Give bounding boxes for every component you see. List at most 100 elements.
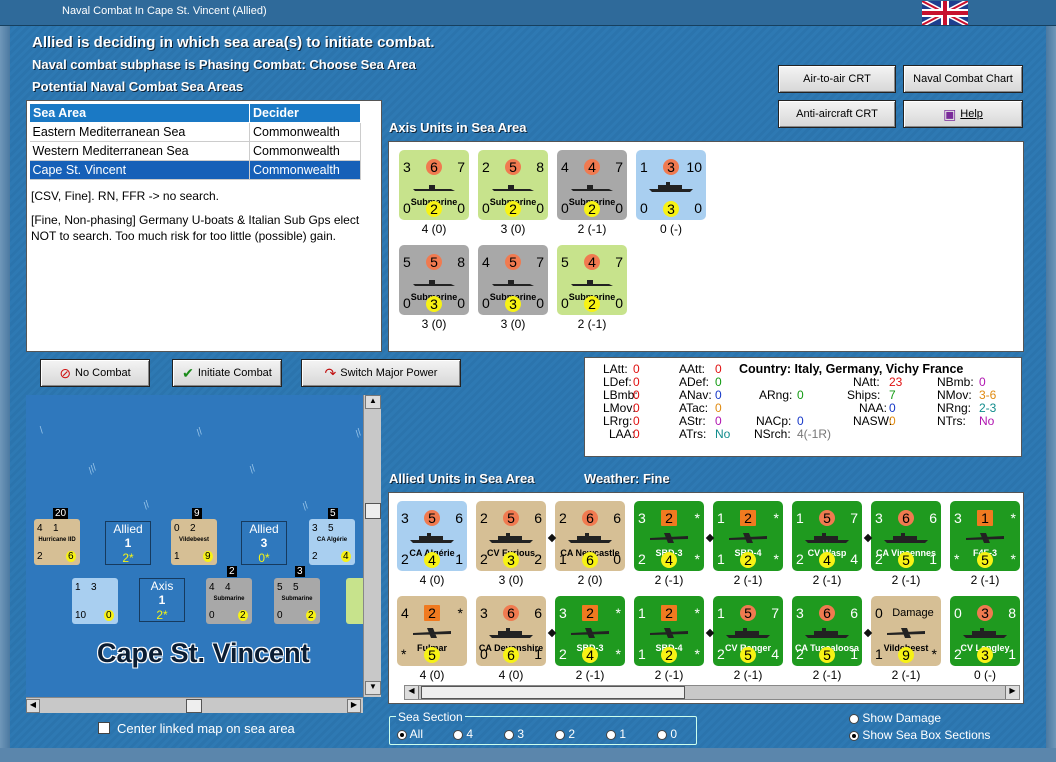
- unit-counter[interactable]: 0 3 8 CV Langley 2 3 1: [950, 596, 1020, 666]
- sea-section-radio[interactable]: [606, 729, 616, 740]
- unit-counter[interactable]: 31*F4F-3*5*: [950, 501, 1020, 571]
- axis-units-panel: 367Submarine020 4 (0) 258Submarine020 3 (0)…: [388, 141, 1024, 352]
- attack-value: 3: [401, 510, 409, 526]
- scroll-up-icon[interactable]: ▲: [365, 395, 381, 409]
- help-button[interactable]: ▣ Help: [903, 100, 1023, 128]
- counter-stat: 1: [53, 523, 59, 534]
- unit-counter[interactable]: 0DamageVildebeest19*: [871, 596, 941, 666]
- cost-value: 0: [457, 295, 465, 311]
- unit-counter[interactable]: 1 5 7 CV Wasp 2 4 4: [792, 501, 862, 571]
- allied-horizontal-scrollbar[interactable]: ◀ ▶: [404, 685, 1020, 700]
- unit-counter[interactable]: 447Submarine020: [557, 150, 627, 220]
- counter-stat: 9: [203, 551, 213, 562]
- unit-counter[interactable]: 3 5 6 CA Algérie 2 4 1: [397, 501, 467, 571]
- attack-value: 1: [717, 510, 725, 526]
- unit-counter[interactable]: 3 6 6 CA Devonshire 0 6 1: [476, 596, 546, 666]
- show-damage-label: Show Damage: [862, 711, 942, 725]
- map-horizontal-scrollbar[interactable]: ◀ ▶: [26, 697, 363, 713]
- sea-section-radio[interactable]: [555, 729, 565, 740]
- range-value: 2: [717, 646, 725, 662]
- air-to-air-crt-button[interactable]: Air-to-air CRT: [778, 65, 896, 93]
- sea-section-option-label: 3: [514, 727, 525, 741]
- sea-area-cell: Cape St. Vincent: [29, 160, 250, 180]
- unit-counter[interactable]: 3 6 6 CA Vincennes 2 5 1: [871, 501, 941, 571]
- aa-value: 5: [424, 647, 440, 663]
- scroll-right-icon[interactable]: ▶: [1005, 686, 1019, 699]
- sea-section-radio[interactable]: [453, 729, 463, 740]
- unit-counter[interactable]: 367Submarine020: [399, 150, 469, 220]
- move-value: 8: [457, 254, 465, 270]
- unit-counter[interactable]: 32*SBD-324*: [555, 596, 625, 666]
- unit-counter[interactable]: 12*SBD-412*: [634, 596, 704, 666]
- unit-counter[interactable]: 1 5 7 CV Ranger 2 5 4: [713, 596, 783, 666]
- map-counter[interactable]: 3 5 2 4 CA Algérie: [309, 519, 355, 565]
- unit-counter[interactable]: 2 5 6 CV Furious 2 3 2: [476, 501, 546, 571]
- map-counter[interactable]: 1 3 10 0: [72, 578, 118, 624]
- unit-counter[interactable]: 547Submarine020: [557, 245, 627, 315]
- initiate-combat-button[interactable]: ✔ Initiate Combat: [172, 359, 282, 387]
- unit-counter[interactable]: 258Submarine020: [478, 150, 548, 220]
- scroll-left-icon[interactable]: ◀: [405, 686, 419, 699]
- switch-major-power-button[interactable]: ↷ Switch Major Power: [301, 359, 461, 387]
- cost-value: 4: [771, 646, 779, 662]
- sea-box[interactable]: Allied 3 0*: [241, 521, 287, 565]
- sea-box[interactable]: Axis 1 2*: [139, 578, 185, 622]
- counter-stat: 0: [104, 610, 114, 621]
- unit-counter[interactable]: 12*SBD-412*: [713, 501, 783, 571]
- ship-icon: [726, 628, 770, 638]
- unit-counter[interactable]: 3 6 6 CA Tuscaloosa 2 5 1: [792, 596, 862, 666]
- anti-aircraft-crt-button[interactable]: Anti-aircraft CRT: [778, 100, 896, 128]
- unit-counter[interactable]: 558Submarine030: [399, 245, 469, 315]
- map-counter[interactable]: 4 4 0 2 Submarine: [206, 578, 252, 624]
- center-map-label: Center linked map on sea area: [117, 721, 295, 736]
- scroll-left-icon[interactable]: ◀: [26, 699, 40, 713]
- unit-counter[interactable]: 2 6 6 CA Newcastle 1 6 0: [555, 501, 625, 571]
- stat-value: 0: [633, 401, 640, 415]
- map-horizontal-thumb[interactable]: [186, 699, 202, 713]
- naval-combat-chart-button[interactable]: Naval Combat Chart: [903, 65, 1023, 93]
- table-row[interactable]: Western Mediterranean Sea Commonwealth: [29, 141, 361, 161]
- sea-section-option[interactable]: 0: [657, 727, 677, 741]
- cost-value: *: [694, 551, 700, 567]
- center-map-checkbox[interactable]: [98, 722, 110, 734]
- sea-section-radio[interactable]: [657, 729, 667, 740]
- show-damage-radio[interactable]: [849, 713, 859, 724]
- unit-caption: 0 (-): [974, 668, 996, 682]
- show-damage-option[interactable]: Show Damage: [849, 711, 941, 725]
- scroll-down-icon[interactable]: ▼: [365, 681, 381, 695]
- table-row-selected[interactable]: Cape St. Vincent Commonwealth: [29, 160, 361, 180]
- sea-map[interactable]: ∖ ∖ ∖ ∖ ∖ ∖ ∖ ∖ ∖ ∖ ∖ ∖ ∖ ∖ Allied 1 2* Allied 3 0* Axis 1 2* 2…: [26, 395, 363, 697]
- ship-icon: [884, 533, 928, 543]
- allied-scroll-thumb[interactable]: [421, 686, 685, 699]
- map-vertical-thumb[interactable]: [365, 503, 381, 519]
- move-value: 6: [534, 510, 542, 526]
- map-vertical-scrollbar[interactable]: ▲ ▼: [363, 395, 381, 697]
- table-row[interactable]: Eastern Mediterranean Sea Commonwealth: [29, 122, 361, 142]
- submarine-icon: [571, 280, 613, 286]
- counter-stat: 0: [277, 610, 283, 621]
- sea-section-radio[interactable]: [504, 729, 514, 740]
- sea-section-option[interactable]: 2: [555, 727, 575, 741]
- sea-section-option[interactable]: 1: [606, 727, 626, 741]
- unit-counter[interactable]: 42*Fulmar*5: [397, 596, 467, 666]
- unit-counter[interactable]: 32*SBD-324*: [634, 501, 704, 571]
- map-counter[interactable]: 4 1 2 6 Hurricane IID: [34, 519, 80, 565]
- counter-stat: 2: [190, 523, 196, 534]
- sea-box[interactable]: Allied 1 2*: [105, 521, 151, 565]
- map-counter[interactable]: 5 5 0 2 Submarine: [274, 578, 320, 624]
- cost-value: *: [773, 551, 779, 567]
- sea-section-option[interactable]: All: [397, 727, 423, 741]
- show-sections-radio[interactable]: [849, 730, 859, 741]
- unit-counter[interactable]: 1 3 10 0 3 0: [636, 150, 706, 220]
- unit-counter[interactable]: 457Submarine030: [478, 245, 548, 315]
- no-combat-button[interactable]: ⊘ No Combat: [40, 359, 150, 387]
- sea-section-option[interactable]: 4: [453, 727, 473, 741]
- sea-section-radio[interactable]: [397, 729, 407, 740]
- sea-section-option[interactable]: 3: [504, 727, 524, 741]
- counter-name: Hurricane IID: [38, 537, 76, 543]
- show-sections-option[interactable]: Show Sea Box Sections: [849, 728, 990, 742]
- scroll-right-icon[interactable]: ▶: [347, 699, 361, 713]
- note-2: [Fine, Non-phasing] Germany U-boats & It…: [31, 213, 360, 244]
- map-counter[interactable]: 0 2 1 9 Vildebeest: [171, 519, 217, 565]
- unit-caption: 2 (-1): [733, 668, 763, 682]
